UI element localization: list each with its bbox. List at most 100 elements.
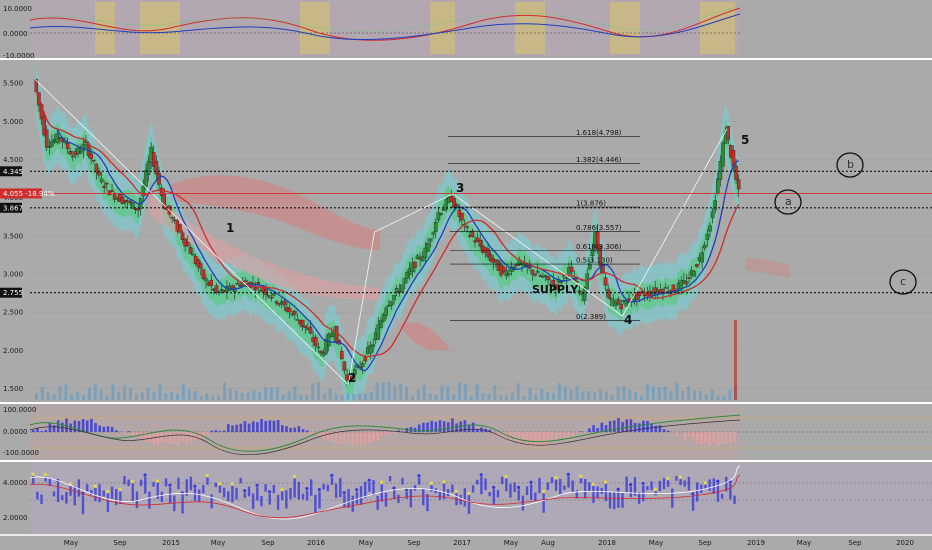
- osc1-bar: [388, 432, 392, 436]
- osc2-bar: [189, 476, 193, 491]
- osc2-bar: [579, 478, 583, 484]
- candle-body: [713, 200, 717, 211]
- osc1-bar: [314, 432, 317, 433]
- osc2-bar: [671, 488, 674, 508]
- candle-body: [154, 160, 159, 175]
- osc2-bar: [662, 477, 666, 490]
- osc2-bar: [131, 483, 134, 502]
- osc1-bar: [285, 426, 288, 432]
- volume-bar: [528, 387, 532, 400]
- candle-body: [214, 285, 219, 293]
- osc1-bar: [347, 432, 350, 444]
- volume-bar: [599, 389, 602, 400]
- osc1-bar: [289, 427, 292, 432]
- x-tick-label: 2016: [307, 539, 325, 547]
- osc2-bar: [202, 485, 205, 494]
- volume-bar: [146, 387, 150, 400]
- osc1-bar: [251, 421, 255, 432]
- osc2-bar: [243, 492, 247, 498]
- osc2-dot: [31, 472, 35, 476]
- volume-bar: [164, 393, 168, 400]
- osc1-bar: [168, 432, 172, 444]
- candle-body: [710, 211, 715, 218]
- osc2-bar: [372, 479, 375, 496]
- osc1-bar: [588, 428, 591, 432]
- osc1-bar: [343, 432, 346, 444]
- osc1-bar: [471, 422, 475, 432]
- volume-bar: [657, 387, 661, 400]
- osc2-bar: [148, 491, 151, 509]
- candle-body: [188, 247, 193, 254]
- volume-bar: [669, 390, 673, 400]
- volume-bar: [76, 391, 80, 400]
- volume-bar: [129, 387, 132, 400]
- osc2-bar: [339, 478, 342, 498]
- osc1-bar: [542, 432, 546, 446]
- osc2-bar: [621, 492, 624, 508]
- x-tick-label: May: [64, 539, 78, 547]
- osc2-dot: [417, 474, 421, 478]
- wave-label-2: 2: [348, 371, 356, 385]
- osc2-bar: [700, 484, 703, 494]
- annotation-label-a: a: [785, 195, 792, 208]
- candle-body: [170, 217, 174, 219]
- osc1-bar: [218, 431, 222, 432]
- osc2-dot: [641, 481, 645, 486]
- osc1-bar: [621, 422, 624, 432]
- osc1-bar: [260, 418, 263, 432]
- osc2-bar: [463, 488, 466, 507]
- osc2-dot: [168, 483, 172, 487]
- osc2-dot: [566, 472, 570, 476]
- candle-body: [269, 297, 274, 299]
- volume-bar: [311, 383, 315, 400]
- volume-bar: [487, 393, 491, 400]
- candle-body: [71, 155, 75, 158]
- osc2-dot: [193, 484, 197, 488]
- osc1-bar: [675, 432, 678, 437]
- osc2-bar: [401, 477, 404, 485]
- wave-label-4: 4: [624, 313, 632, 327]
- osc2-bar: [235, 487, 238, 500]
- main-ytick: 3.500: [3, 232, 23, 240]
- x-tick-label: Sep: [113, 539, 127, 547]
- candle-body: [671, 284, 676, 292]
- volume-bar: [422, 384, 426, 400]
- candle-body: [65, 143, 70, 150]
- candle-body: [243, 280, 247, 282]
- osc2-dot: [267, 490, 272, 494]
- volume-bar: [440, 385, 444, 400]
- osc2-bar: [492, 489, 496, 505]
- wave-label-1: 1: [226, 221, 234, 235]
- volume-bar: [58, 386, 62, 400]
- osc2-dot: [666, 476, 670, 480]
- top-yellow-zone-6: [610, 2, 640, 54]
- volume-bar: [258, 391, 262, 400]
- price-tag-label: 3.867: [3, 204, 23, 212]
- volume-bar: [628, 389, 632, 400]
- osc2-dot: [429, 481, 433, 485]
- osc2-bar: [359, 486, 363, 505]
- volume-bar: [193, 390, 197, 400]
- osc1-bar: [268, 420, 272, 432]
- candle-body: [253, 287, 258, 291]
- osc1-bar: [177, 432, 180, 446]
- osc2-bar: [276, 494, 280, 510]
- osc2-dot: [479, 473, 483, 477]
- volume-bar: [663, 386, 667, 400]
- osc2-bar: [488, 492, 491, 497]
- osc2-bar: [733, 495, 736, 505]
- candle-body: [577, 290, 582, 292]
- chart-svg[interactable]: 10.0000 0.0000 -10.0000 1.618(4.798)1.38…: [0, 0, 932, 550]
- osc1-bar: [206, 432, 209, 434]
- volume-bar: [64, 384, 68, 400]
- osc1-bar: [368, 432, 371, 443]
- osc1-bar: [393, 432, 396, 434]
- osc2-bar: [343, 494, 346, 508]
- volume-bar: [317, 382, 320, 400]
- osc2-dot: [118, 487, 122, 491]
- osc1-bar: [198, 432, 201, 439]
- volume-bar: [117, 391, 121, 400]
- volume-bar: [364, 393, 367, 400]
- candle-body: [201, 269, 206, 279]
- osc2-dot: [604, 480, 608, 484]
